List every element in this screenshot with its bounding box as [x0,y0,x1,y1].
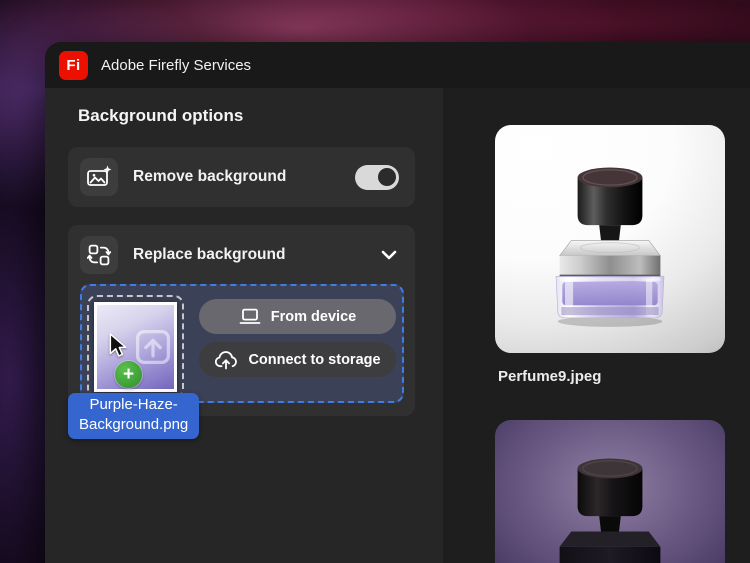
cloud-upload-icon [214,350,238,370]
connect-to-storage-label: Connect to storage [248,352,380,368]
perfume-bottle-image [520,145,700,335]
dragged-thumbnail: + [94,302,177,392]
background-dropzone[interactable]: + From device [80,284,404,403]
preview-filename: Perfume9.jpeg [498,367,750,387]
background-options-panel: Background options Remove background [45,88,443,563]
replace-background-header[interactable]: Replace background [80,234,404,276]
preview-card-perfume-purple[interactable] [495,420,725,563]
pointer-cursor-icon [108,333,130,359]
chevron-down-icon[interactable] [381,250,397,260]
remove-background-label: Remove background [133,168,286,186]
from-device-label: From device [271,309,356,325]
remove-background-toggle[interactable] [355,165,399,190]
page-title: Background options [68,106,415,126]
replace-background-label: Replace background [133,246,285,264]
main-content: Background options Remove background [45,88,750,563]
image-sparkle-icon [80,158,118,196]
preview-panel: Perfume9.jpeg [443,88,750,563]
remove-background-card: Remove background [68,147,415,207]
dragged-file-ghost[interactable]: + [87,295,184,399]
title-bar: Fi Adobe Firefly Services [45,42,750,88]
plus-circle-badge-icon: + [115,361,142,388]
preview-card-perfume[interactable] [495,125,725,353]
toggle-knob [378,168,396,186]
perfume-bottle-dark-image [520,436,700,563]
replace-background-card: Replace background [68,225,415,416]
firefly-logo-icon: Fi [59,51,88,80]
from-device-button[interactable]: From device [199,299,396,334]
upload-arrow-watermark-icon [131,325,175,369]
upload-buttons: From device Connect to storage [199,299,396,377]
swap-squares-icon [80,236,118,274]
app-window: Fi Adobe Firefly Services Background opt… [45,42,750,563]
purple-haze-thumbnail-image: + [97,305,174,389]
connect-to-storage-button[interactable]: Connect to storage [199,342,396,377]
file-name-line-2: Background.png [79,415,188,435]
laptop-icon [239,308,261,325]
dragged-file-name-label: Purple-Haze- Background.png [68,393,199,439]
file-name-line-1: Purple-Haze- [79,395,188,415]
app-title: Adobe Firefly Services [101,57,251,74]
